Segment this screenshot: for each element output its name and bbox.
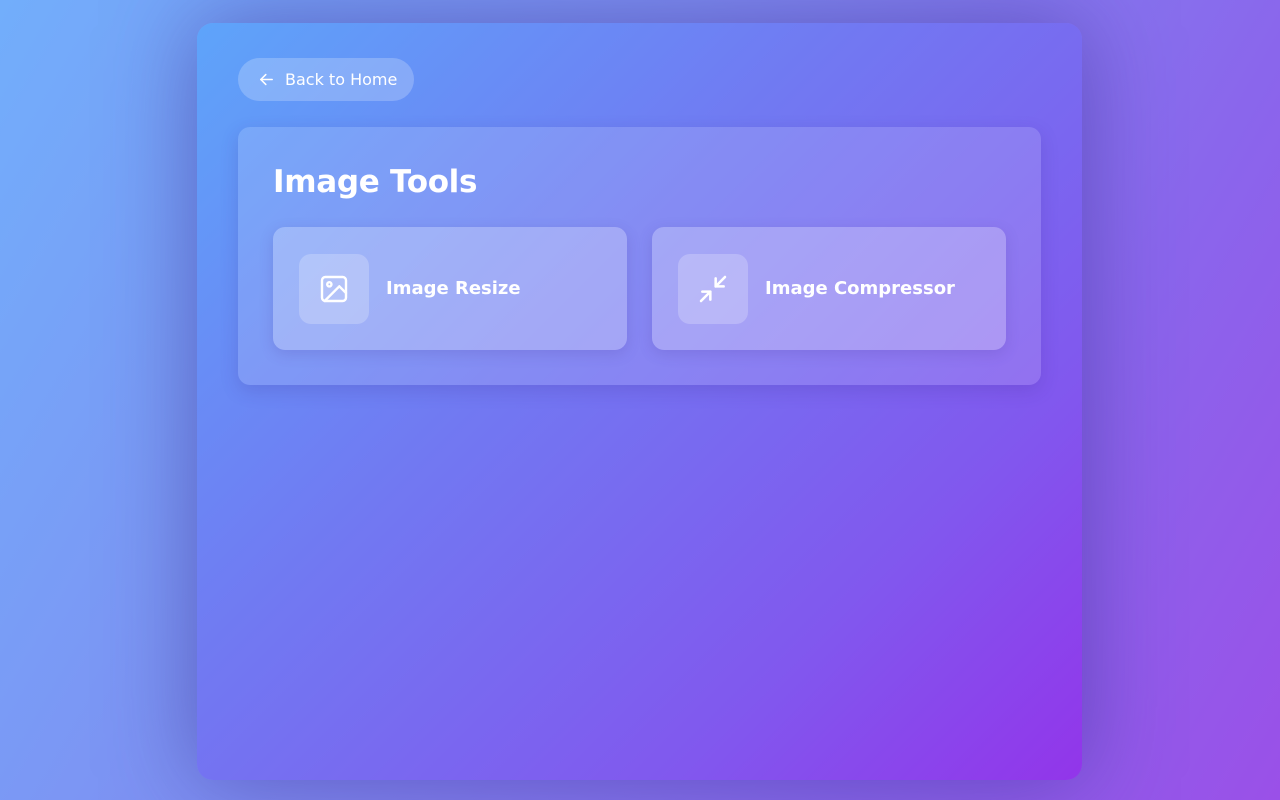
section-title: Image Tools (273, 164, 478, 200)
image-icon (299, 253, 369, 324)
image-tools-panel: Image Tools Image Resize Image Compresso… (238, 127, 1041, 385)
image-resize-card[interactable]: Image Resize (273, 227, 627, 350)
image-compressor-card[interactable]: Image Compressor (652, 227, 1006, 350)
minimize-arrows-icon (678, 253, 748, 324)
arrow-left-icon (258, 71, 275, 88)
image-compressor-label: Image Compressor (765, 278, 955, 299)
app-shell: Back to Home Image Tools Image Resize Im… (197, 23, 1082, 780)
back-button-label: Back to Home (285, 70, 398, 89)
image-resize-label: Image Resize (386, 278, 521, 299)
back-to-home-button[interactable]: Back to Home (238, 58, 415, 101)
